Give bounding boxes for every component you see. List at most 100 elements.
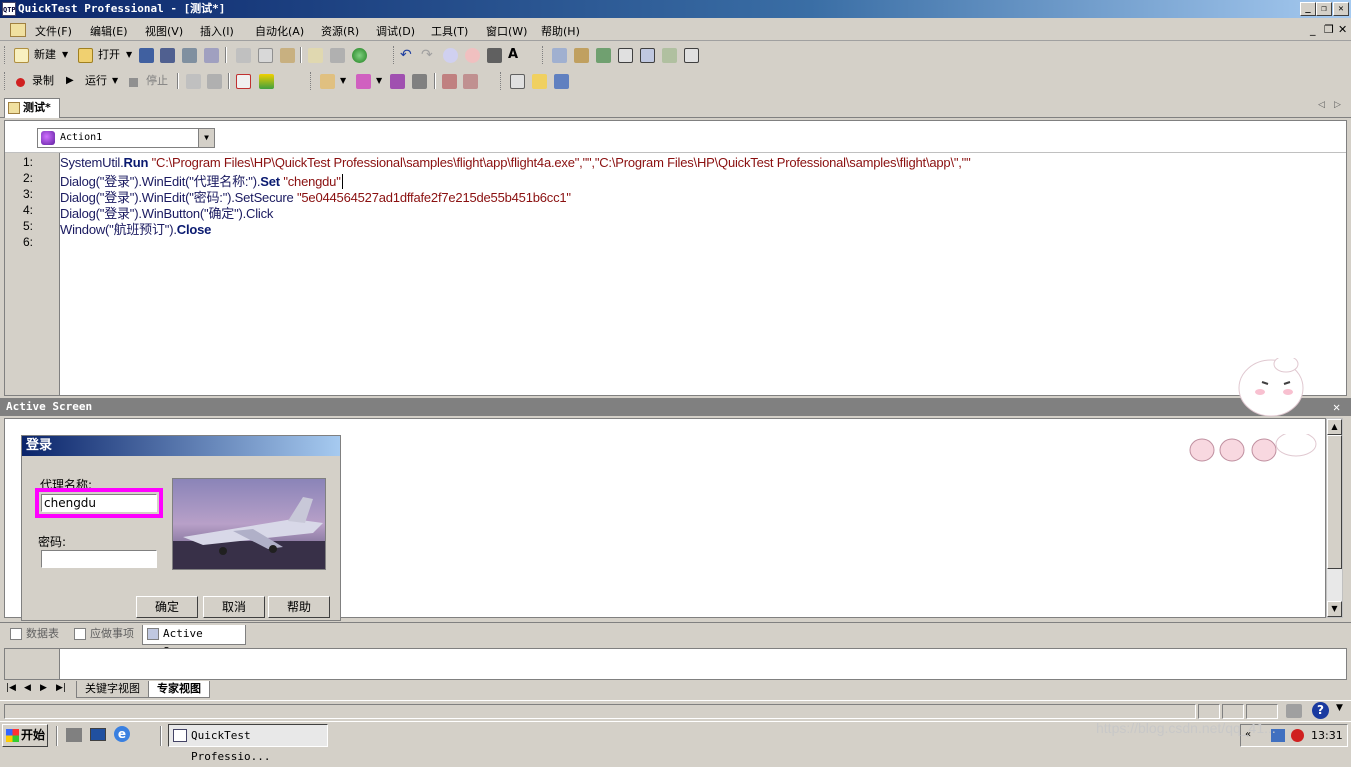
prev-icon[interactable]: ◀ (24, 683, 31, 693)
server-manager-icon[interactable] (66, 728, 82, 742)
check-icon[interactable] (352, 48, 367, 63)
tab-expert-view[interactable]: 专家视图 (148, 681, 210, 698)
vertical-scrollbar[interactable]: ▲ ▼ (1326, 418, 1343, 618)
menu-help[interactable]: 帮助(H) (541, 23, 580, 39)
properties-icon[interactable] (308, 48, 323, 63)
new-button[interactable]: 新建 (34, 46, 56, 64)
find-icon[interactable] (487, 48, 502, 63)
tab-data-table[interactable]: 数据表 (6, 625, 66, 645)
list-view-icon[interactable] (510, 74, 525, 89)
show-desktop-icon[interactable] (90, 728, 106, 741)
tab-test[interactable]: 测试* (4, 98, 60, 118)
low-level-recording-icon[interactable] (207, 74, 222, 89)
analog-recording-icon[interactable] (186, 74, 201, 89)
toolbar-grip[interactable] (4, 72, 7, 90)
redo-icon[interactable]: ↷ (421, 46, 433, 64)
tab-scroll-right-icon[interactable]: ▷ (1334, 100, 1341, 110)
output-dropdown-arrow[interactable]: ▼ (376, 72, 382, 90)
printer-icon[interactable] (1286, 704, 1302, 718)
minimize-button[interactable]: _ (1300, 2, 1316, 16)
active-screen-toggle-icon[interactable] (640, 48, 655, 63)
mdi-close-button[interactable]: ✕ (1338, 23, 1347, 36)
object-spy-icon[interactable] (532, 74, 547, 89)
action-select[interactable]: Action1 ▼ (37, 128, 215, 148)
print-icon[interactable] (182, 48, 197, 63)
close-icon[interactable]: ✕ (1333, 398, 1340, 416)
record-button[interactable]: 录制 (32, 72, 54, 90)
save-all-icon[interactable] (160, 48, 175, 63)
restore-button[interactable]: ❐ (1316, 2, 1332, 16)
new-dropdown-arrow[interactable]: ▼ (62, 46, 68, 64)
ok-button[interactable]: 确定 (136, 596, 198, 618)
export-icon[interactable] (554, 74, 569, 89)
menu-insert[interactable]: 插入(I) (200, 23, 234, 39)
start-button[interactable]: 开始 (2, 724, 48, 747)
menu-resources[interactable]: 资源(R) (321, 23, 359, 39)
mdi-restore-button[interactable]: ❐ (1324, 23, 1334, 36)
save-icon[interactable] (139, 48, 154, 63)
menu-window[interactable]: 窗口(W) (486, 23, 527, 39)
last-icon[interactable]: ▶| (56, 683, 66, 693)
open-button[interactable]: 打开 (98, 46, 120, 64)
toolbar-grip[interactable] (4, 46, 7, 64)
step-generator-icon[interactable] (574, 48, 589, 63)
uncomment-icon[interactable] (465, 48, 480, 63)
security-alert-icon[interactable] (1291, 729, 1304, 742)
split-action-icon[interactable] (412, 74, 427, 89)
menu-file[interactable]: 文件(F) (35, 23, 72, 39)
internet-explorer-icon[interactable]: e (114, 726, 130, 742)
undo-icon[interactable]: ↶ (400, 46, 412, 64)
cancel-button[interactable]: 取消 (203, 596, 265, 618)
scroll-thumb[interactable] (1327, 435, 1342, 569)
paste-icon[interactable] (280, 48, 295, 63)
menu-debug[interactable]: 调试(D) (376, 23, 415, 39)
copy-icon[interactable] (258, 48, 273, 63)
debug-viewer-icon[interactable] (662, 48, 677, 63)
checkpoint-dropdown-arrow[interactable]: ▼ (340, 72, 346, 90)
replace-icon[interactable]: A (508, 46, 518, 64)
insert-checkpoint-icon[interactable] (320, 74, 335, 89)
toolbar-grip[interactable] (500, 72, 503, 90)
run-button[interactable]: 运行 (85, 72, 107, 90)
help-icon[interactable]: ? (1312, 702, 1329, 719)
taskbar-item-qtp[interactable]: QuickTest Professio... (168, 724, 328, 763)
object-repository-icon[interactable] (330, 48, 345, 63)
step-icon[interactable] (552, 48, 567, 63)
tab-keyword-view[interactable]: 关键字视图 (76, 681, 149, 698)
toolbar-grip[interactable] (542, 46, 545, 64)
help-button[interactable]: 帮助 (268, 596, 330, 618)
menu-automation[interactable]: 自动化(A) (255, 23, 304, 39)
password-field[interactable] (41, 550, 157, 568)
clock[interactable]: 13:31 (1311, 729, 1343, 742)
missing-resources-icon[interactable] (684, 48, 699, 63)
comment-icon[interactable] (443, 48, 458, 63)
code-line-1[interactable]: SystemUtil.Run "C:\Program Files\HP\Quic… (60, 155, 971, 170)
tab-active-screen[interactable]: Active Screen (142, 625, 246, 658)
output-value-icon[interactable] (356, 74, 371, 89)
mdi-minimize-button[interactable]: _ (1310, 23, 1316, 36)
step-over-icon[interactable] (463, 74, 478, 89)
results-icon[interactable] (236, 74, 251, 89)
toolbar-grip[interactable] (310, 72, 313, 90)
open-dropdown-arrow[interactable]: ▼ (126, 46, 132, 64)
stop-button[interactable]: 停止 (146, 72, 168, 90)
run-dropdown-arrow[interactable]: ▼ (112, 72, 118, 90)
function-icon[interactable] (596, 48, 611, 63)
expert-view-editor[interactable]: Action1 ▼ 1: 2: 3: 4: 5: 6: SystemUtil.R… (4, 120, 1347, 396)
data-table-toggle-icon[interactable] (618, 48, 633, 63)
tab-scroll-left-icon[interactable]: ◁ (1318, 100, 1325, 110)
chevron-down-icon[interactable]: ▼ (198, 129, 214, 147)
print-preview-icon[interactable] (204, 48, 219, 63)
menu-edit[interactable]: 编辑(E) (90, 23, 128, 39)
next-icon[interactable]: ▶ (40, 683, 47, 693)
code-line-5[interactable]: Window("航班预订").Close (60, 219, 211, 238)
menu-view[interactable]: 视图(V) (145, 23, 183, 39)
cut-icon[interactable] (236, 48, 251, 63)
tab-todo[interactable]: 应做事项 (70, 625, 140, 645)
scroll-up-icon[interactable]: ▲ (1327, 419, 1342, 435)
scroll-down-icon[interactable]: ▼ (1327, 601, 1342, 617)
settings-icon[interactable] (259, 74, 274, 89)
agent-name-field[interactable]: chengdu (41, 494, 157, 512)
close-button[interactable]: ✕ (1333, 2, 1349, 16)
first-icon[interactable]: |◀ (6, 683, 16, 693)
